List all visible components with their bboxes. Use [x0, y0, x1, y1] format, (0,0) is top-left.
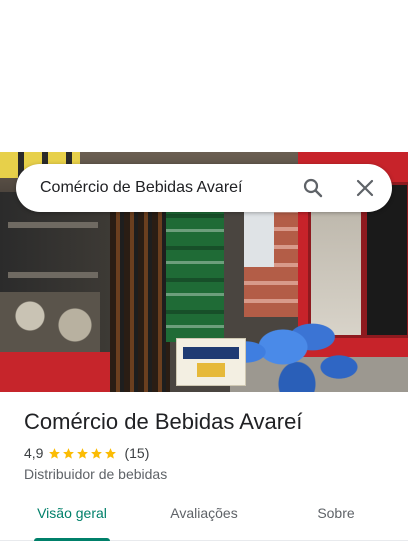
place-title: Comércio de Bebidas Avareí	[24, 409, 303, 434]
place-category[interactable]: Distribuidor de bebidas	[24, 464, 167, 484]
photo-window	[244, 207, 274, 267]
tab-reviews[interactable]: Avaliações	[156, 490, 252, 538]
rating-row[interactable]: 4,9 (15)	[24, 443, 149, 463]
star-icon	[63, 447, 75, 459]
star-icon	[91, 447, 103, 459]
tab-overview[interactable]: Visão geral	[24, 490, 120, 538]
search-icon[interactable]	[301, 176, 325, 200]
search-bar[interactable]: Comércio de Bebidas Avareí	[16, 164, 392, 212]
rating-value: 4,9	[24, 445, 44, 461]
photo-beer-box	[176, 338, 246, 386]
search-input[interactable]: Comércio de Bebidas Avareí	[40, 164, 242, 212]
tab-overview-label: Visão geral	[37, 505, 107, 521]
star-icon	[105, 447, 117, 459]
tab-reviews-label: Avaliações	[170, 505, 238, 521]
photo-jars	[0, 292, 100, 352]
photo-bottles	[110, 212, 170, 392]
star-rating	[48, 447, 118, 460]
tab-about[interactable]: Sobre	[288, 490, 384, 538]
close-icon[interactable]	[353, 176, 377, 200]
reviews-count[interactable]: (15)	[124, 445, 149, 461]
active-tab-indicator	[34, 538, 110, 541]
top-blank-area	[0, 0, 408, 152]
photo-beer-stack	[166, 212, 224, 342]
tab-about-label: Sobre	[317, 505, 355, 521]
star-icon	[77, 447, 89, 459]
place-tabs: Visão geral Avaliações Sobre	[0, 490, 408, 541]
star-icon	[49, 447, 61, 459]
